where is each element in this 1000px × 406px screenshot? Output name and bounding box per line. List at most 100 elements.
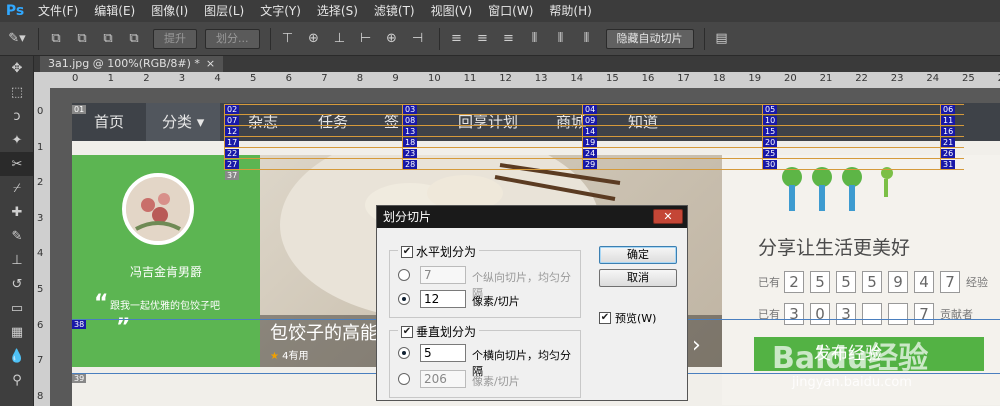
slice-label[interactable]: 38 — [72, 320, 87, 329]
distribute-vcenter-icon[interactable]: ≡ — [472, 29, 494, 49]
slice-label[interactable]: 04 — [583, 105, 598, 114]
slice-label[interactable]: 08 — [403, 116, 418, 125]
vertical-checkbox[interactable]: ✔ — [401, 325, 413, 338]
bring-forward-icon[interactable]: ⧉ — [71, 29, 93, 49]
menu-help[interactable]: 帮助(H) — [541, 0, 599, 22]
dodge-tool-icon[interactable]: ⚲ — [0, 368, 34, 392]
magic-wand-tool-icon[interactable]: ✦ — [0, 128, 34, 152]
slice-label[interactable]: 28 — [403, 160, 418, 169]
blur-tool-icon[interactable]: 💧 — [0, 344, 34, 368]
menu-layer[interactable]: 图层(L) — [196, 0, 252, 22]
slice-line — [224, 158, 964, 159]
v-count-radio[interactable] — [398, 347, 410, 359]
promote-button[interactable]: 提升 — [153, 28, 197, 49]
ok-button[interactable]: 确定 — [599, 246, 677, 264]
move-tool-icon[interactable]: ✥ — [0, 56, 34, 80]
close-tab-icon[interactable]: × — [206, 56, 215, 72]
menu-type[interactable]: 文字(Y) — [252, 0, 309, 22]
menu-view[interactable]: 视图(V) — [423, 0, 481, 22]
align-top-icon[interactable]: ⊤ — [277, 29, 299, 49]
distribute-hcenter-icon[interactable]: ⫴ — [550, 29, 572, 49]
slice-label[interactable]: 27 — [225, 160, 240, 169]
slice-label[interactable]: 11 — [941, 116, 956, 125]
slice-label[interactable]: 01 — [72, 105, 87, 114]
slice-label[interactable]: 14 — [583, 127, 598, 136]
align-bottom-icon[interactable]: ⊥ — [329, 29, 351, 49]
slice-label[interactable]: 05 — [763, 105, 778, 114]
document-tab[interactable]: 3a1.jpg @ 100%(RGB/8#) * × — [40, 56, 224, 72]
cancel-button[interactable]: 取消 — [599, 269, 677, 287]
clone-stamp-tool-icon[interactable]: ⊥ — [0, 248, 34, 272]
slice-label[interactable]: 24 — [583, 149, 598, 158]
eraser-tool-icon[interactable]: ▭ — [0, 296, 34, 320]
slice-options-icon[interactable]: ▤ — [711, 29, 733, 49]
marquee-tool-icon[interactable]: ⬚ — [0, 80, 34, 104]
slice-label[interactable]: 23 — [403, 149, 418, 158]
h-count-radio[interactable] — [398, 269, 410, 281]
v-pixels-radio[interactable] — [398, 373, 410, 385]
slice-label[interactable]: 25 — [763, 149, 778, 158]
distribute-bottom-icon[interactable]: ≡ — [498, 29, 520, 49]
slice-label[interactable]: 02 — [225, 105, 240, 114]
h-count-input[interactable]: 7 — [420, 266, 466, 284]
menu-image[interactable]: 图像(I) — [143, 0, 196, 22]
slice-label[interactable]: 12 — [225, 127, 240, 136]
slice-label[interactable]: 03 — [403, 105, 418, 114]
menu-window[interactable]: 窗口(W) — [480, 0, 541, 22]
slice-select-tool-icon[interactable]: ✎▾ — [6, 29, 28, 49]
distribute-left-icon[interactable]: ⫴ — [524, 29, 546, 49]
slice-label[interactable]: 22 — [225, 149, 240, 158]
align-vcenter-icon[interactable]: ⊕ — [303, 29, 325, 49]
preview-option[interactable]: ✔ 预览(W) — [599, 310, 656, 326]
preview-checkbox[interactable]: ✔ — [599, 312, 611, 324]
send-to-back-icon[interactable]: ⧉ — [123, 29, 145, 49]
slice-label[interactable]: 13 — [403, 127, 418, 136]
dialog-titlebar[interactable]: 划分切片 ✕ — [377, 206, 687, 228]
menu-file[interactable]: 文件(F) — [30, 0, 86, 22]
divide-button[interactable]: 划分... — [205, 28, 260, 49]
menu-filter[interactable]: 滤镜(T) — [366, 0, 423, 22]
send-backward-icon[interactable]: ⧉ — [97, 29, 119, 49]
slice-label[interactable]: 20 — [763, 138, 778, 147]
slice-label[interactable]: 30 — [763, 160, 778, 169]
menu-select[interactable]: 选择(S) — [309, 0, 366, 22]
align-right-icon[interactable]: ⊣ — [407, 29, 429, 49]
eyedropper-tool-icon[interactable]: ⌿ — [0, 176, 34, 200]
align-left-icon[interactable]: ⊢ — [355, 29, 377, 49]
horizontal-ruler[interactable]: 0 1 2 3 4 5 6 7 8 9 10 11 12 13 14 15 16 17 18 19 20 21 22 23 24… — [50, 72, 1000, 88]
slice-label[interactable]: 09 — [583, 116, 598, 125]
hide-auto-slices-button[interactable]: 隐藏自动切片 — [605, 28, 694, 49]
v-pixels-input[interactable]: 206 — [420, 370, 466, 388]
slice-label[interactable]: 15 — [763, 127, 778, 136]
slice-label[interactable]: 26 — [941, 149, 956, 158]
align-hcenter-icon[interactable]: ⊕ — [381, 29, 403, 49]
bring-to-front-icon[interactable]: ⧉ — [45, 29, 67, 49]
slice-label[interactable]: 21 — [941, 138, 956, 147]
slice-label[interactable]: 17 — [225, 138, 240, 147]
h-pixels-input[interactable]: 12 — [420, 290, 466, 308]
vertical-ruler[interactable]: 0 1 2 3 4 5 6 7 8 — [34, 72, 50, 406]
slice-label[interactable]: 06 — [941, 105, 956, 114]
lasso-tool-icon[interactable]: ↄ — [0, 104, 34, 128]
slice-label[interactable]: 16 — [941, 127, 956, 136]
menu-edit[interactable]: 编辑(E) — [86, 0, 143, 22]
slice-label[interactable]: 39 — [72, 374, 87, 383]
slice-tool-icon[interactable]: ✂ — [0, 152, 34, 176]
healing-brush-tool-icon[interactable]: ✚ — [0, 200, 34, 224]
slice-label[interactable]: 19 — [583, 138, 598, 147]
h-pixels-radio[interactable] — [398, 293, 410, 305]
gradient-tool-icon[interactable]: ▦ — [0, 320, 34, 344]
slice-label[interactable]: 10 — [763, 116, 778, 125]
v-count-input[interactable]: 5 — [420, 344, 466, 362]
distribute-right-icon[interactable]: ⫴ — [576, 29, 598, 49]
distribute-top-icon[interactable]: ≡ — [446, 29, 468, 49]
brush-tool-icon[interactable]: ✎ — [0, 224, 34, 248]
horizontal-checkbox[interactable]: ✔ — [401, 245, 413, 258]
slice-label[interactable]: 29 — [583, 160, 598, 169]
slice-label[interactable]: 37 — [225, 171, 240, 180]
slice-label[interactable]: 31 — [941, 160, 956, 169]
close-icon[interactable]: ✕ — [653, 209, 683, 224]
slice-label[interactable]: 18 — [403, 138, 418, 147]
history-brush-tool-icon[interactable]: ↺ — [0, 272, 34, 296]
slice-label[interactable]: 07 — [225, 116, 240, 125]
